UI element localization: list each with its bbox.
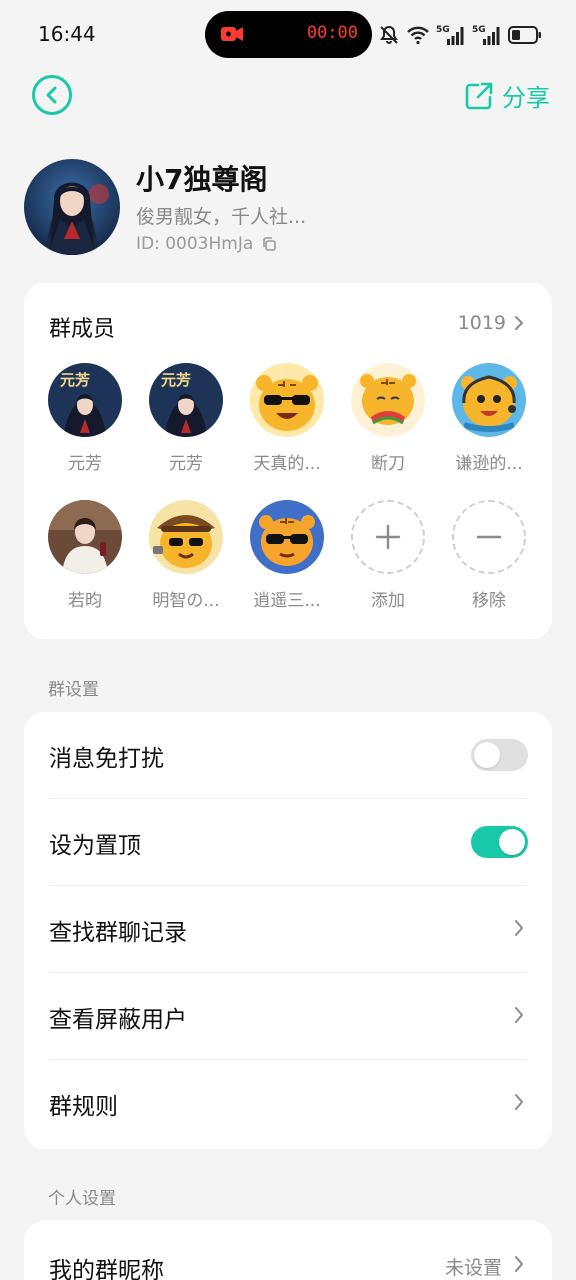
- group-id: ID: 0003HmJa: [136, 234, 254, 254]
- group-avatar[interactable]: [24, 159, 120, 255]
- battery-icon: [508, 26, 541, 44]
- member-item[interactable]: 谦逊的...: [444, 363, 534, 474]
- chevron-left-icon: [46, 86, 57, 104]
- members-title: 群成员: [49, 317, 116, 342]
- member-avatar: [48, 500, 122, 574]
- settings-row-pin: 设为置顶: [24, 799, 552, 886]
- member-name: 明智の...: [152, 591, 220, 611]
- svg-text:元芳: 元芳: [60, 371, 90, 389]
- member-name: 元芳: [68, 454, 102, 474]
- group-settings-card: 消息免打扰 设为置顶 查找群聊记录 查看屏蔽用户 群规则: [24, 712, 552, 1149]
- settings-row-search-history[interactable]: 查找群聊记录: [24, 886, 552, 973]
- chevron-right-icon: [515, 1256, 523, 1272]
- settings-row-label: 设为置顶: [49, 833, 141, 859]
- member-item[interactable]: 元芳 元芳: [40, 363, 130, 474]
- settings-row-label: 消息免打扰: [49, 746, 164, 772]
- mute-toggle[interactable]: [471, 739, 528, 771]
- member-item[interactable]: 元芳 元芳: [141, 363, 231, 474]
- copy-icon[interactable]: [261, 236, 277, 252]
- screen-record-icon: [221, 27, 243, 41]
- member-item[interactable]: 断刀: [343, 363, 433, 474]
- status-time: 16:44: [38, 22, 96, 46]
- status-bar: 16:44 00:00 5G 5G: [0, 0, 576, 66]
- members-count-link[interactable]: 1019: [458, 312, 524, 334]
- member-avatar: [351, 363, 425, 437]
- settings-row-label: 群规则: [49, 1094, 118, 1120]
- plus-icon: [375, 524, 401, 550]
- member-item[interactable]: 天真的...: [242, 363, 332, 474]
- remove-member-button[interactable]: 移除: [444, 500, 534, 611]
- member-avatar: 元芳: [149, 363, 223, 437]
- group-settings-section-title: 群设置: [48, 680, 99, 700]
- share-button[interactable]: 分享: [464, 78, 550, 113]
- settings-row-nickname[interactable]: 我的群昵称 未设置: [24, 1221, 552, 1280]
- pin-toggle[interactable]: [471, 826, 528, 858]
- member-name: 若昀: [68, 591, 102, 611]
- remove-member-label: 移除: [472, 591, 506, 611]
- member-name: 天真的...: [253, 454, 321, 474]
- add-member-circle: [351, 500, 425, 574]
- nickname-value: 未设置: [444, 1257, 502, 1279]
- settings-row-blocked-users[interactable]: 查看屏蔽用户: [24, 973, 552, 1060]
- member-name: 断刀: [371, 454, 405, 474]
- add-member-label: 添加: [371, 591, 405, 611]
- group-name: 小7独尊阁: [136, 163, 268, 196]
- recording-pill[interactable]: 00:00: [205, 11, 372, 58]
- wifi-icon: [407, 26, 429, 45]
- 5g-signal-icon: 5G: [472, 25, 500, 45]
- member-avatar: [149, 500, 223, 574]
- member-avatar: 元芳: [48, 363, 122, 437]
- member-name: 逍遥三...: [253, 591, 321, 611]
- personal-settings-section-title: 个人设置: [48, 1189, 116, 1209]
- member-avatar: [250, 500, 324, 574]
- share-icon: [465, 82, 493, 109]
- settings-row-label: 查看屏蔽用户: [49, 1007, 187, 1033]
- group-avatar-image: [24, 159, 120, 255]
- add-member-button[interactable]: 添加: [343, 500, 433, 611]
- settings-row-label: 我的群昵称: [49, 1258, 164, 1280]
- member-avatar: [250, 363, 324, 437]
- system-icons: 5G 5G: [378, 20, 542, 50]
- chevron-right-icon: [515, 1007, 523, 1023]
- chevron-right-icon: [515, 920, 523, 936]
- member-avatar: [452, 363, 526, 437]
- 5g-signal-icon: 5G: [436, 25, 464, 45]
- svg-text:元芳: 元芳: [161, 371, 191, 389]
- toggle-knob: [499, 829, 525, 855]
- personal-settings-card: 我的群昵称 未设置: [24, 1221, 552, 1280]
- recording-time: 00:00: [306, 23, 358, 43]
- mute-bell-icon: [380, 25, 398, 44]
- toggle-knob: [474, 742, 500, 768]
- members-count: 1019: [457, 312, 506, 334]
- member-item[interactable]: 明智の...: [141, 500, 231, 611]
- settings-row-group-rules[interactable]: 群规则: [24, 1060, 552, 1147]
- chevron-right-icon: [515, 1094, 523, 1110]
- back-button[interactable]: [32, 75, 72, 115]
- group-id-row: ID: 0003HmJa: [136, 234, 277, 254]
- group-description: 俊男靓女，千人社...: [136, 206, 307, 228]
- member-name: 谦逊的...: [455, 454, 523, 474]
- settings-row-mute: 消息免打扰: [24, 712, 552, 799]
- chevron-right-icon: [515, 316, 523, 330]
- minus-icon: [476, 535, 502, 539]
- members-card: 群成员 1019 元芳 元芳 元芳 元芳 天真的... 断刀 谦逊的... 若昀…: [24, 283, 552, 639]
- remove-member-circle: [452, 500, 526, 574]
- svg-text:5G: 5G: [436, 25, 450, 35]
- settings-row-label: 查找群聊记录: [49, 920, 187, 946]
- svg-text:5G: 5G: [472, 25, 486, 35]
- share-label: 分享: [502, 84, 550, 112]
- member-item[interactable]: 若昀: [40, 500, 130, 611]
- member-item[interactable]: 逍遥三...: [242, 500, 332, 611]
- member-name: 元芳: [169, 454, 203, 474]
